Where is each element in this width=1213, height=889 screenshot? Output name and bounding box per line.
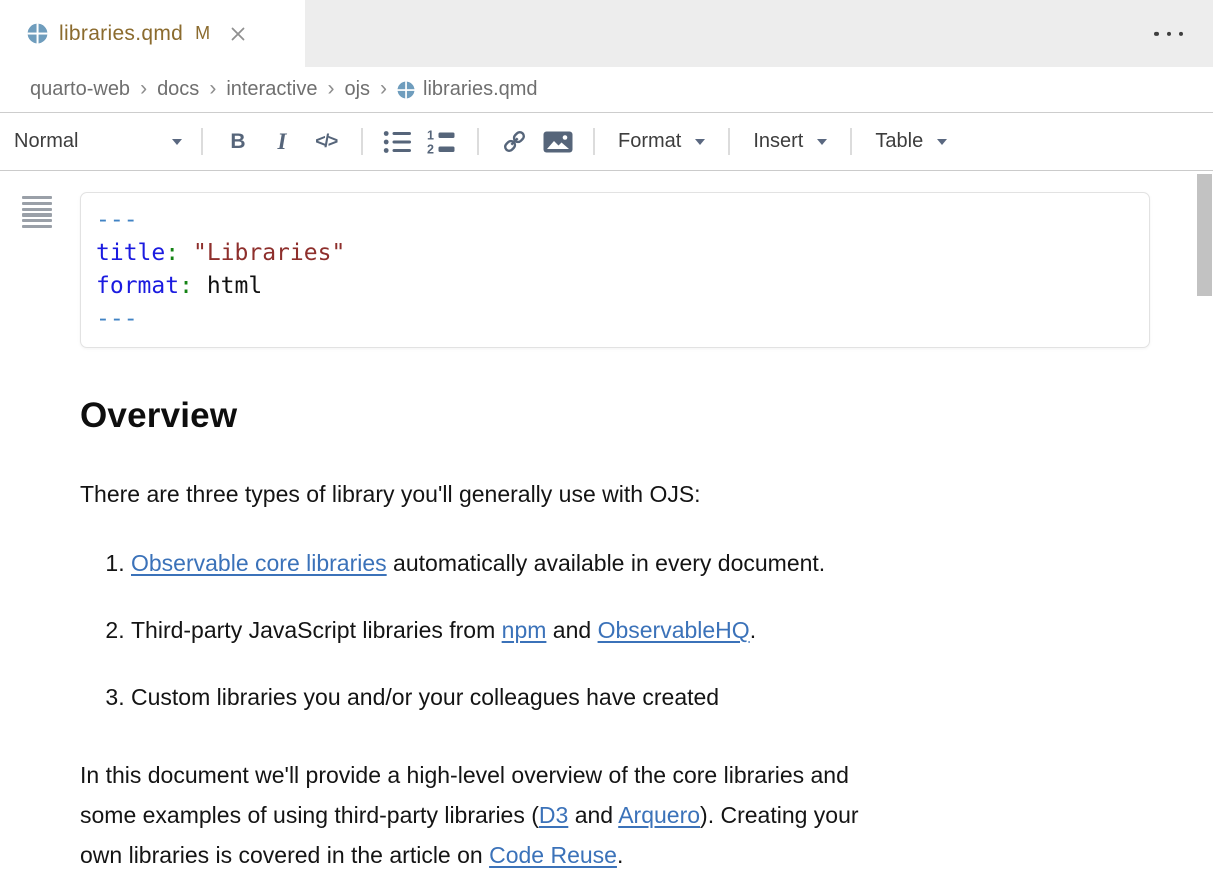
library-type-list: Observable core libraries automatically … — [80, 550, 1150, 711]
chevron-down-icon — [172, 139, 182, 145]
breadcrumb-label: quarto-web — [30, 78, 130, 101]
svg-text:1: 1 — [427, 129, 434, 143]
chevron-right-icon: › — [380, 78, 387, 101]
numbered-list-icon: 1 2 — [427, 129, 457, 155]
breadcrumb: quarto-web › docs › interactive › ojs › librarie… — [0, 67, 1213, 113]
bold-icon: B — [230, 130, 245, 154]
image-button[interactable] — [542, 124, 574, 160]
chevron-right-icon: › — [140, 78, 147, 101]
visual-editor-window: libraries.qmd M quarto-web › docs › interact… — [0, 0, 1213, 889]
chevron-right-icon: › — [327, 78, 334, 101]
toolbar-divider — [477, 128, 479, 155]
list-item: Observable core libraries automatically … — [131, 550, 1150, 577]
list-item: Third-party JavaScript libraries from np… — [131, 617, 1150, 644]
image-icon — [543, 130, 573, 154]
code-icon: </> — [315, 131, 337, 152]
breadcrumb-item-ojs[interactable]: ojs — [344, 78, 370, 101]
editor-content[interactable]: ---title: "Libraries"format: html--- Ove… — [0, 171, 1213, 875]
breadcrumb-item-quarto-web[interactable]: quarto-web — [30, 78, 130, 101]
breadcrumb-label: ojs — [344, 78, 370, 101]
yaml-line: title: "Libraries" — [96, 237, 1134, 270]
italic-button[interactable]: I — [266, 124, 298, 160]
table-menu[interactable]: Table — [865, 130, 957, 153]
toolbar-divider — [728, 128, 730, 155]
paragraph-line: own libraries is covered in the article … — [80, 835, 1150, 875]
drag-handle-icon[interactable] — [22, 196, 52, 228]
chevron-right-icon: › — [209, 78, 216, 101]
insert-menu-label: Insert — [753, 130, 803, 153]
toolbar-divider — [593, 128, 595, 155]
chevron-down-icon — [937, 139, 947, 145]
format-menu-label: Format — [618, 130, 681, 153]
closing-paragraph: In this document we'll provide a high-le… — [80, 755, 1150, 875]
bold-button[interactable]: B — [222, 124, 254, 160]
list-item: Custom libraries you and/or your colleag… — [131, 684, 1150, 711]
paragraph-style-value: Normal — [14, 130, 78, 153]
inline-link[interactable]: Arquero — [618, 802, 700, 828]
inline-link[interactable]: ObservableHQ — [598, 617, 750, 643]
intro-paragraph: There are three types of library you'll … — [80, 481, 1150, 508]
toolbar-divider — [201, 128, 203, 155]
inline-link[interactable]: npm — [502, 617, 547, 643]
chevron-down-icon — [695, 139, 705, 145]
italic-icon: I — [278, 129, 287, 155]
more-actions-ellipsis-icon[interactable] — [1150, 23, 1187, 43]
quarto-file-icon — [397, 81, 415, 99]
paragraph-line: In this document we'll provide a high-le… — [80, 755, 1150, 795]
svg-text:2: 2 — [427, 142, 434, 155]
yaml-line: --- — [96, 204, 1134, 237]
bulleted-list-icon — [383, 129, 413, 155]
yaml-line: format: html — [96, 270, 1134, 303]
toolbar-divider — [361, 128, 363, 155]
chevron-down-icon — [817, 139, 827, 145]
tab-bar: libraries.qmd M — [0, 0, 1213, 67]
tab-libraries-qmd[interactable]: libraries.qmd M — [0, 0, 305, 67]
breadcrumb-item-docs[interactable]: docs — [157, 78, 199, 101]
link-button[interactable] — [498, 124, 530, 160]
breadcrumb-label: docs — [157, 78, 199, 101]
quarto-file-icon — [27, 23, 48, 44]
breadcrumb-label: interactive — [226, 78, 317, 101]
breadcrumb-label: libraries.qmd — [423, 78, 537, 101]
format-menu[interactable]: Format — [608, 130, 715, 153]
breadcrumb-item-interactive[interactable]: interactive — [226, 78, 317, 101]
insert-menu[interactable]: Insert — [743, 130, 837, 153]
inline-link[interactable]: D3 — [539, 802, 568, 828]
code-button[interactable]: </> — [310, 124, 342, 160]
scrollbar[interactable] — [1197, 174, 1212, 296]
modified-badge: M — [195, 23, 210, 44]
breadcrumb-item-libraries-qmd[interactable]: libraries.qmd — [397, 78, 537, 101]
paragraph-line: some examples of using third-party libra… — [80, 795, 1150, 835]
close-icon[interactable] — [225, 21, 251, 47]
link-icon — [501, 128, 528, 155]
table-menu-label: Table — [875, 130, 923, 153]
yaml-line: --- — [96, 303, 1134, 336]
inline-link[interactable]: Code Reuse — [489, 842, 617, 868]
inline-link[interactable]: Observable core libraries — [131, 550, 387, 576]
formatting-toolbar: Normal B I </> 1 2 — [0, 113, 1213, 171]
tab-title: libraries.qmd — [59, 22, 183, 46]
bulleted-list-button[interactable] — [382, 124, 414, 160]
paragraph-style-select[interactable]: Normal — [12, 130, 188, 153]
toolbar-divider — [850, 128, 852, 155]
yaml-metadata-block[interactable]: ---title: "Libraries"format: html--- — [80, 192, 1150, 348]
numbered-list-button[interactable]: 1 2 — [426, 124, 458, 160]
heading-overview: Overview — [80, 396, 1150, 436]
